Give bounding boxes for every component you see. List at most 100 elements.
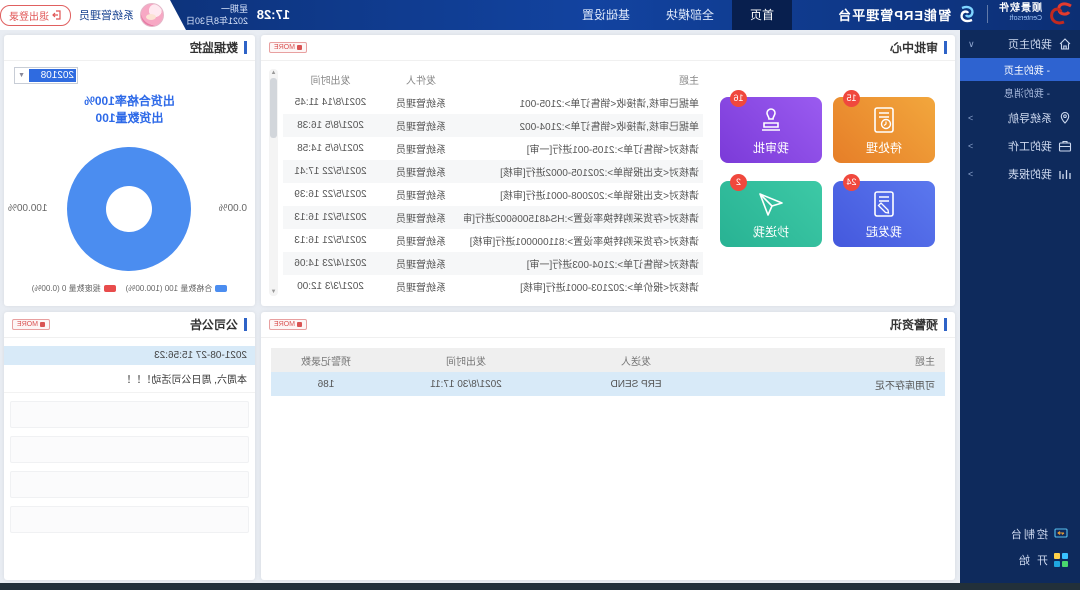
announcement-empty-row xyxy=(10,506,249,533)
date-display: 星期一 2021年8月30日 xyxy=(186,3,248,27)
announcement-empty-row xyxy=(10,436,249,463)
table-row[interactable]: 请核对<报价单>:202103-0001进行[审核] 系统管理员 2021/3/… xyxy=(283,275,703,298)
sidebar-subitem-my-home[interactable]: - 我的主页 xyxy=(960,58,1080,81)
document-pencil-icon xyxy=(869,189,899,219)
sidebar-item-my-home[interactable]: 我的主页 ∨ xyxy=(960,30,1080,58)
table-row[interactable]: 请核对<存货采购转换率设置>:HS4815006002进行[审核] 系统管理员 … xyxy=(283,206,703,229)
accent-bar xyxy=(244,318,247,331)
announcements-more-button[interactable]: MORE xyxy=(12,319,50,330)
alerts-panel: 预警资讯 MORE 主题 发送人 发出时间 预警记录数 可用库存不足 ERP S… xyxy=(261,312,955,580)
chevron-down-icon: ▼ xyxy=(15,72,28,79)
chevron-right-icon: > xyxy=(968,141,973,151)
tile-initiated-by-me[interactable]: 24 我发起 xyxy=(833,181,935,247)
approval-center-title: 审批中心 xyxy=(307,39,938,56)
more-dot-icon xyxy=(297,45,302,50)
product-logo-icon xyxy=(957,4,977,24)
accent-bar xyxy=(244,41,247,54)
clock: 17:28 xyxy=(257,7,290,22)
shipment-metrics: 出货合格率100% 出货数量100 xyxy=(4,93,255,127)
initiated-badge: 24 xyxy=(843,174,860,191)
announcement-empty-row xyxy=(10,471,249,498)
date: 2021年8月30日 xyxy=(186,15,248,27)
console-button[interactable]: 控制台 xyxy=(960,521,1080,547)
alerts-table: 主题 发送人 发出时间 预警记录数 可用库存不足 ERP SEND 2021/8… xyxy=(271,348,945,396)
legend-qualified: 合格数量 100 (100.00%) xyxy=(126,283,228,294)
legend-swatch-blue xyxy=(215,285,227,292)
sidebar-item-my-reports[interactable]: 我的报表 > xyxy=(960,160,1080,188)
home-icon xyxy=(1058,37,1072,51)
nav-home[interactable]: 首页 xyxy=(732,0,792,30)
legend-swatch-red xyxy=(104,285,116,292)
approval-table-rows: 单据已审核,请接收<销售订单>:2105-001 系统管理员 2021/8/14… xyxy=(283,91,703,298)
period-select[interactable]: 202108 ▼ xyxy=(14,67,78,84)
table-row[interactable]: 请核对<销售订单>:2104-003进行[一审] 系统管理员 2021/4/23… xyxy=(283,252,703,275)
brand-area: 顺景软件 Centersoft 智能ERP管理平台 xyxy=(837,2,1074,26)
scroll-up-icon[interactable]: ▲ xyxy=(269,70,278,76)
scroll-thumb[interactable] xyxy=(270,78,277,138)
table-row[interactable]: 可用库存不足 ERP SEND 2021/8/30 17:11 186 xyxy=(271,372,945,396)
paper-plane-icon xyxy=(756,189,786,219)
weekday: 星期一 xyxy=(186,3,248,15)
scroll-down-icon[interactable]: ▼ xyxy=(269,289,278,295)
tile-my-approvals[interactable]: 16 我审批 xyxy=(720,97,822,163)
top-bar: 顺景软件 Centersoft 智能ERP管理平台 首页 全部模块 基础设置 1… xyxy=(0,0,1080,30)
product-title: 智能ERP管理平台 xyxy=(837,5,951,24)
tile-cc-to-me[interactable]: 2 抄送我 xyxy=(720,181,822,247)
pass-rate-text: 出货合格率100% xyxy=(4,93,255,110)
donut-label-100: 100.00% xyxy=(8,203,47,214)
shipment-qty-text: 出货数量100 xyxy=(4,110,255,127)
pending-badge: 15 xyxy=(843,90,860,107)
table-row[interactable]: 单据已审核,请接收<销售订单>:2104-002 系统管理员 2021/8/5 … xyxy=(283,114,703,137)
sidebar-footer: 控制台 开 始 xyxy=(960,521,1080,573)
logout-icon xyxy=(52,10,62,20)
more-dot-icon xyxy=(297,322,302,327)
chevron-right-icon: > xyxy=(968,113,973,123)
bottom-taskbar-strip xyxy=(0,583,1080,590)
tile-pending[interactable]: 15 待处理 xyxy=(833,97,935,163)
main-area: 审批中心 MORE 15 待处理 16 xyxy=(0,30,960,583)
alerts-more-button[interactable]: MORE xyxy=(269,319,307,330)
table-row[interactable]: 请核对<支出报销单>:202008-0001进行[审核] 系统管理员 2021/… xyxy=(283,183,703,206)
table-row[interactable]: 请核对<存货采购转换率设置>:811000001进行[审核] 系统管理员 202… xyxy=(283,229,703,252)
sidebar-item-my-work[interactable]: 我的工作 > xyxy=(960,132,1080,160)
sidebar: 我的主页 ∨ - 我的主页 - 我的消息 系统导航 > 我的工作 > 我的报 xyxy=(960,30,1080,583)
donut-label-0: 0.00% xyxy=(219,203,247,214)
table-row[interactable]: 请核对<销售订单>:2105-001进行[一审] 系统管理员 2021/6/5 … xyxy=(283,137,703,160)
user-avatar[interactable] xyxy=(140,3,164,27)
announcements-title: 公司公告 xyxy=(50,316,238,333)
approval-scrollbar[interactable]: ▲ ▼ xyxy=(269,69,278,296)
alerts-table-header: 主题 发送人 发出时间 预警记录数 xyxy=(271,348,945,372)
logout-button[interactable]: 退出登录 xyxy=(0,5,71,26)
table-row[interactable]: 单据已审核,请接收<销售订单>:2105-001 系统管理员 2021/8/14… xyxy=(283,91,703,114)
chart-legend: 合格数量 100 (100.00%) 报废数量 0 (0.00%) xyxy=(4,283,255,294)
nav-all-modules[interactable]: 全部模块 xyxy=(648,0,732,30)
announcements-panel: 公司公告 MORE 2021-08-27 15:56:23 本周六, 周日公司活… xyxy=(4,312,255,580)
cc-badge: 2 xyxy=(730,174,747,191)
document-clock-icon xyxy=(869,105,899,135)
sidebar-item-system-nav[interactable]: 系统导航 > xyxy=(960,104,1080,132)
donut-chart xyxy=(68,147,192,271)
period-value: 202108 xyxy=(29,69,76,82)
stamp-icon xyxy=(756,105,786,135)
erp-dashboard-mirrored: 顺景软件 Centersoft 智能ERP管理平台 首页 全部模块 基础设置 1… xyxy=(0,0,1080,590)
bar-chart-icon xyxy=(1058,167,1072,181)
company-name: 顺景软件 xyxy=(998,4,1042,14)
legend-scrapped: 报废数量 0 (0.00%) xyxy=(32,283,116,294)
more-dot-icon xyxy=(40,322,45,327)
table-row[interactable]: 请核对<支出报销单>:202105-0002进行[审核] 系统管理员 2021/… xyxy=(283,160,703,183)
start-button[interactable]: 开 始 xyxy=(960,547,1080,573)
announcement-text: 本周六, 周日公司活动！！！ xyxy=(4,365,255,393)
accent-bar xyxy=(944,41,947,54)
announcement-timestamp[interactable]: 2021-08-27 15:56:23 xyxy=(4,346,255,365)
accent-bar xyxy=(944,318,947,331)
sidebar-subitem-my-messages[interactable]: - 我的消息 xyxy=(960,81,1080,104)
location-pin-icon xyxy=(1058,111,1072,125)
approval-table: 主题 发件人 发出时间 单据已审核,请接收<销售订单>:2105-001 系统管… xyxy=(283,67,703,298)
console-icon xyxy=(1054,528,1068,540)
approval-center-panel: 审批中心 MORE 15 待处理 16 xyxy=(261,35,955,306)
user-zone: 系统管理员 退出登录 xyxy=(0,0,186,30)
nav-basic-settings[interactable]: 基础设置 xyxy=(564,0,648,30)
alerts-table-rows: 可用库存不足 ERP SEND 2021/8/30 17:11 186 xyxy=(271,372,945,396)
approval-more-button[interactable]: MORE xyxy=(269,42,307,53)
my-approvals-badge: 16 xyxy=(730,90,747,107)
